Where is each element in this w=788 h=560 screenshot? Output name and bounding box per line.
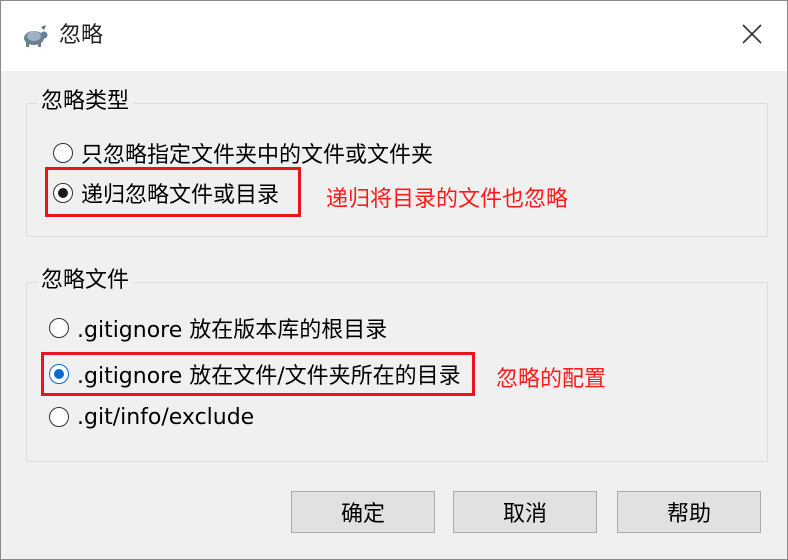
radio-button[interactable] — [49, 407, 69, 427]
highlight-box — [45, 167, 301, 217]
radio-option-gitignore-root[interactable]: .gitignore 放在版本库的根目录 — [49, 310, 387, 346]
ignore-type-group-title: 忽略类型 — [37, 88, 134, 116]
highlight-box — [41, 352, 475, 396]
annotation-config: 忽略的配置 — [496, 367, 607, 392]
window-title: 忽略 — [59, 23, 104, 48]
title-bar: 忽略 — [1, 1, 787, 71]
radio-option-ignore-specified[interactable]: 只忽略指定文件夹中的文件或文件夹 — [53, 135, 433, 171]
radio-label: .git/info/exclude — [77, 404, 255, 430]
annotation-recursive: 递归将目录的文件也忽略 — [326, 187, 569, 212]
close-icon — [741, 23, 763, 49]
tortoise-icon — [19, 23, 49, 49]
radio-option-git-exclude[interactable]: .git/info/exclude — [49, 399, 254, 435]
ignore-file-group-title: 忽略文件 — [37, 267, 134, 295]
ok-button[interactable]: 确定 — [291, 491, 435, 533]
help-button[interactable]: 帮助 — [617, 491, 761, 533]
radio-button[interactable] — [49, 318, 69, 338]
radio-label: 只忽略指定文件夹中的文件或文件夹 — [81, 143, 434, 168]
radio-button[interactable] — [53, 143, 73, 163]
ignore-dialog: 忽略 忽略类型 只忽略指定文件夹中的文件或文件夹 递归忽略文件或目录 递归将目录… — [0, 0, 788, 560]
close-button[interactable] — [717, 1, 787, 71]
cancel-button[interactable]: 取消 — [453, 491, 597, 533]
radio-label: .gitignore 放在版本库的根目录 — [77, 318, 388, 343]
